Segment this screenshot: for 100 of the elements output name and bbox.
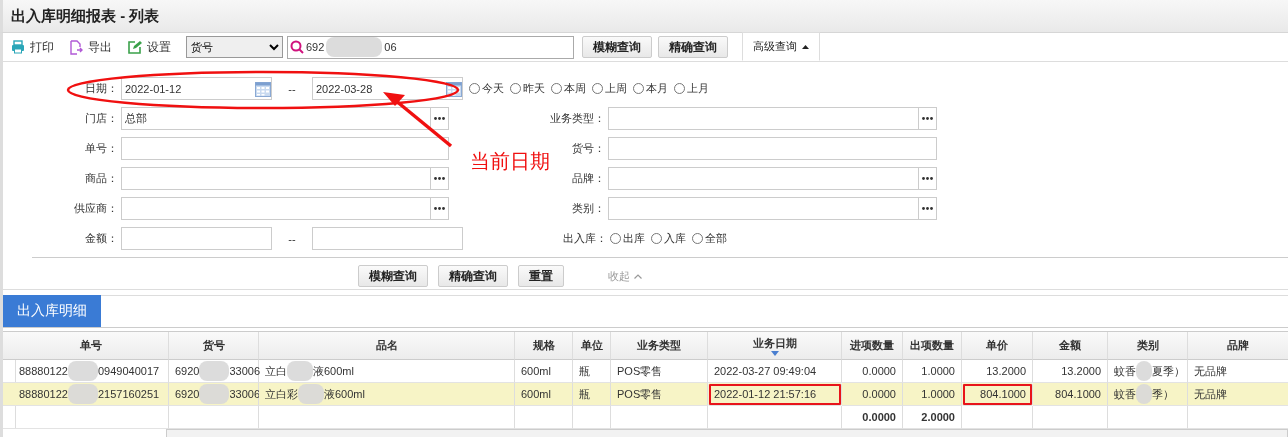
column-header[interactable]: 类别	[1108, 332, 1188, 360]
ellipsis-icon	[922, 117, 933, 120]
column-header[interactable]: 品名	[259, 332, 515, 360]
field-label: 单号：	[84, 141, 119, 156]
table-cell: 立白彩 液600ml	[259, 383, 515, 406]
ellipsis-icon	[434, 177, 445, 180]
field-label: 门店：	[84, 111, 119, 126]
advanced-search-tab[interactable]: 高级查询	[742, 32, 820, 61]
table-cell	[3, 406, 16, 429]
column-header[interactable]: 品牌	[1188, 332, 1288, 360]
radio-option[interactable]: 全部	[692, 231, 727, 246]
query-button[interactable]: 精确查询	[438, 265, 508, 287]
picker-field[interactable]	[121, 197, 449, 220]
tab[interactable]: 出入库明细	[3, 295, 101, 327]
radio-option[interactable]: 出库	[610, 231, 645, 246]
radio-option[interactable]: 本周	[551, 81, 586, 96]
column-header[interactable]: 进项数量	[842, 332, 903, 360]
column-header[interactable]: 业务日期	[708, 332, 842, 360]
field-label: 品牌：	[571, 171, 606, 186]
column-header[interactable]: 业务类型	[611, 332, 708, 360]
field-select[interactable]: 货号	[186, 36, 283, 58]
radio-option[interactable]: 入库	[651, 231, 686, 246]
picker-field[interactable]	[121, 167, 449, 190]
field-label: 日期：	[84, 81, 119, 96]
redaction-blur	[287, 361, 313, 381]
radio-option[interactable]: 上周	[592, 81, 627, 96]
field-label: 供应商：	[73, 201, 119, 216]
column-header[interactable]: 单价	[962, 332, 1033, 360]
redaction-blur	[67, 361, 98, 381]
toolbar-button[interactable]: 设置	[127, 38, 171, 56]
edit-icon	[127, 39, 142, 55]
field-label: 业务类型：	[549, 111, 606, 126]
ellipsis-button[interactable]	[430, 108, 448, 129]
table-cell: 600ml	[515, 383, 573, 406]
redaction-blur	[199, 361, 230, 381]
window-title: 出入库明细报表 - 列表	[11, 6, 160, 26]
field-label: 商品：	[84, 171, 119, 186]
search-button[interactable]: 精确查询	[658, 36, 728, 58]
radio-option[interactable]: 昨天	[510, 81, 545, 96]
toolbar-button[interactable]: 打印	[11, 38, 54, 56]
input-field[interactable]	[121, 227, 272, 250]
radio-option[interactable]: 本月	[633, 81, 668, 96]
input-field[interactable]	[121, 137, 449, 160]
range-separator: --	[287, 82, 297, 95]
search-icon	[290, 40, 304, 54]
caret-icon	[802, 44, 809, 49]
column-header[interactable]: 规格	[515, 332, 573, 360]
radio-option[interactable]: 今天	[469, 81, 504, 96]
search-button[interactable]: 模糊查询	[582, 36, 652, 58]
table-cell: 蚊香 季）	[1108, 383, 1188, 406]
redaction-blur	[298, 384, 324, 404]
printer-icon	[11, 40, 25, 54]
range-separator: --	[287, 232, 297, 245]
picker-field[interactable]	[608, 167, 937, 190]
date-field[interactable]: 2022-01-12	[121, 77, 272, 100]
column-header[interactable]: 金额	[1033, 332, 1108, 360]
search-field[interactable]: 692 06	[287, 35, 574, 59]
scrollbar[interactable]	[166, 429, 1288, 437]
ellipsis-button[interactable]	[430, 168, 448, 189]
table-cell: 88880122 2157160251	[13, 383, 169, 406]
redaction-blur	[1136, 384, 1152, 404]
field-label: 类别：	[571, 201, 606, 216]
export-icon	[69, 39, 83, 55]
redaction-blur	[326, 37, 383, 57]
table-cell: 2022-01-12 21:57:16	[708, 383, 842, 406]
ellipsis-button[interactable]	[918, 108, 936, 129]
table-cell: POS零售	[611, 383, 708, 406]
input-field[interactable]	[608, 137, 937, 160]
field-label: 金额：	[84, 231, 119, 246]
column-header[interactable]: 单号	[13, 332, 169, 360]
annotation-arrow	[383, 92, 453, 148]
radio-option[interactable]: 上月	[674, 81, 709, 96]
ellipsis-button[interactable]	[918, 198, 936, 219]
query-button[interactable]: 重置	[518, 265, 564, 287]
toolbar-button[interactable]: 导出	[69, 38, 112, 56]
ellipsis-icon	[434, 117, 445, 120]
column-header[interactable]: 出项数量	[903, 332, 962, 360]
redaction-blur	[199, 384, 230, 404]
redaction-blur	[67, 384, 98, 404]
input-field[interactable]	[312, 227, 463, 250]
table-cell: 无品牌	[1188, 383, 1288, 406]
picker-field[interactable]: 总部	[121, 107, 449, 130]
table-cell: 804.1000	[1033, 383, 1108, 406]
field-label: 出入库：	[562, 231, 608, 246]
ellipsis-button[interactable]	[918, 168, 936, 189]
column-header[interactable]: 单位	[573, 332, 611, 360]
query-button[interactable]: 模糊查询	[358, 265, 428, 287]
table-cell: 6920 33006	[169, 383, 259, 406]
ellipsis-icon	[922, 207, 933, 210]
annotation-label: 当前日期	[470, 149, 550, 174]
table-cell: 0.0000	[842, 383, 903, 406]
ellipsis-button[interactable]	[430, 198, 448, 219]
picker-field[interactable]	[608, 197, 937, 220]
picker-field[interactable]	[608, 107, 937, 130]
column-header[interactable]: 货号	[169, 332, 259, 360]
table-cell: 瓶	[573, 383, 611, 406]
sort-down-icon	[770, 350, 779, 356]
field-label: 货号：	[571, 141, 606, 156]
table-cell: 804.1000	[962, 383, 1033, 406]
calendar-icon[interactable]	[255, 80, 271, 97]
